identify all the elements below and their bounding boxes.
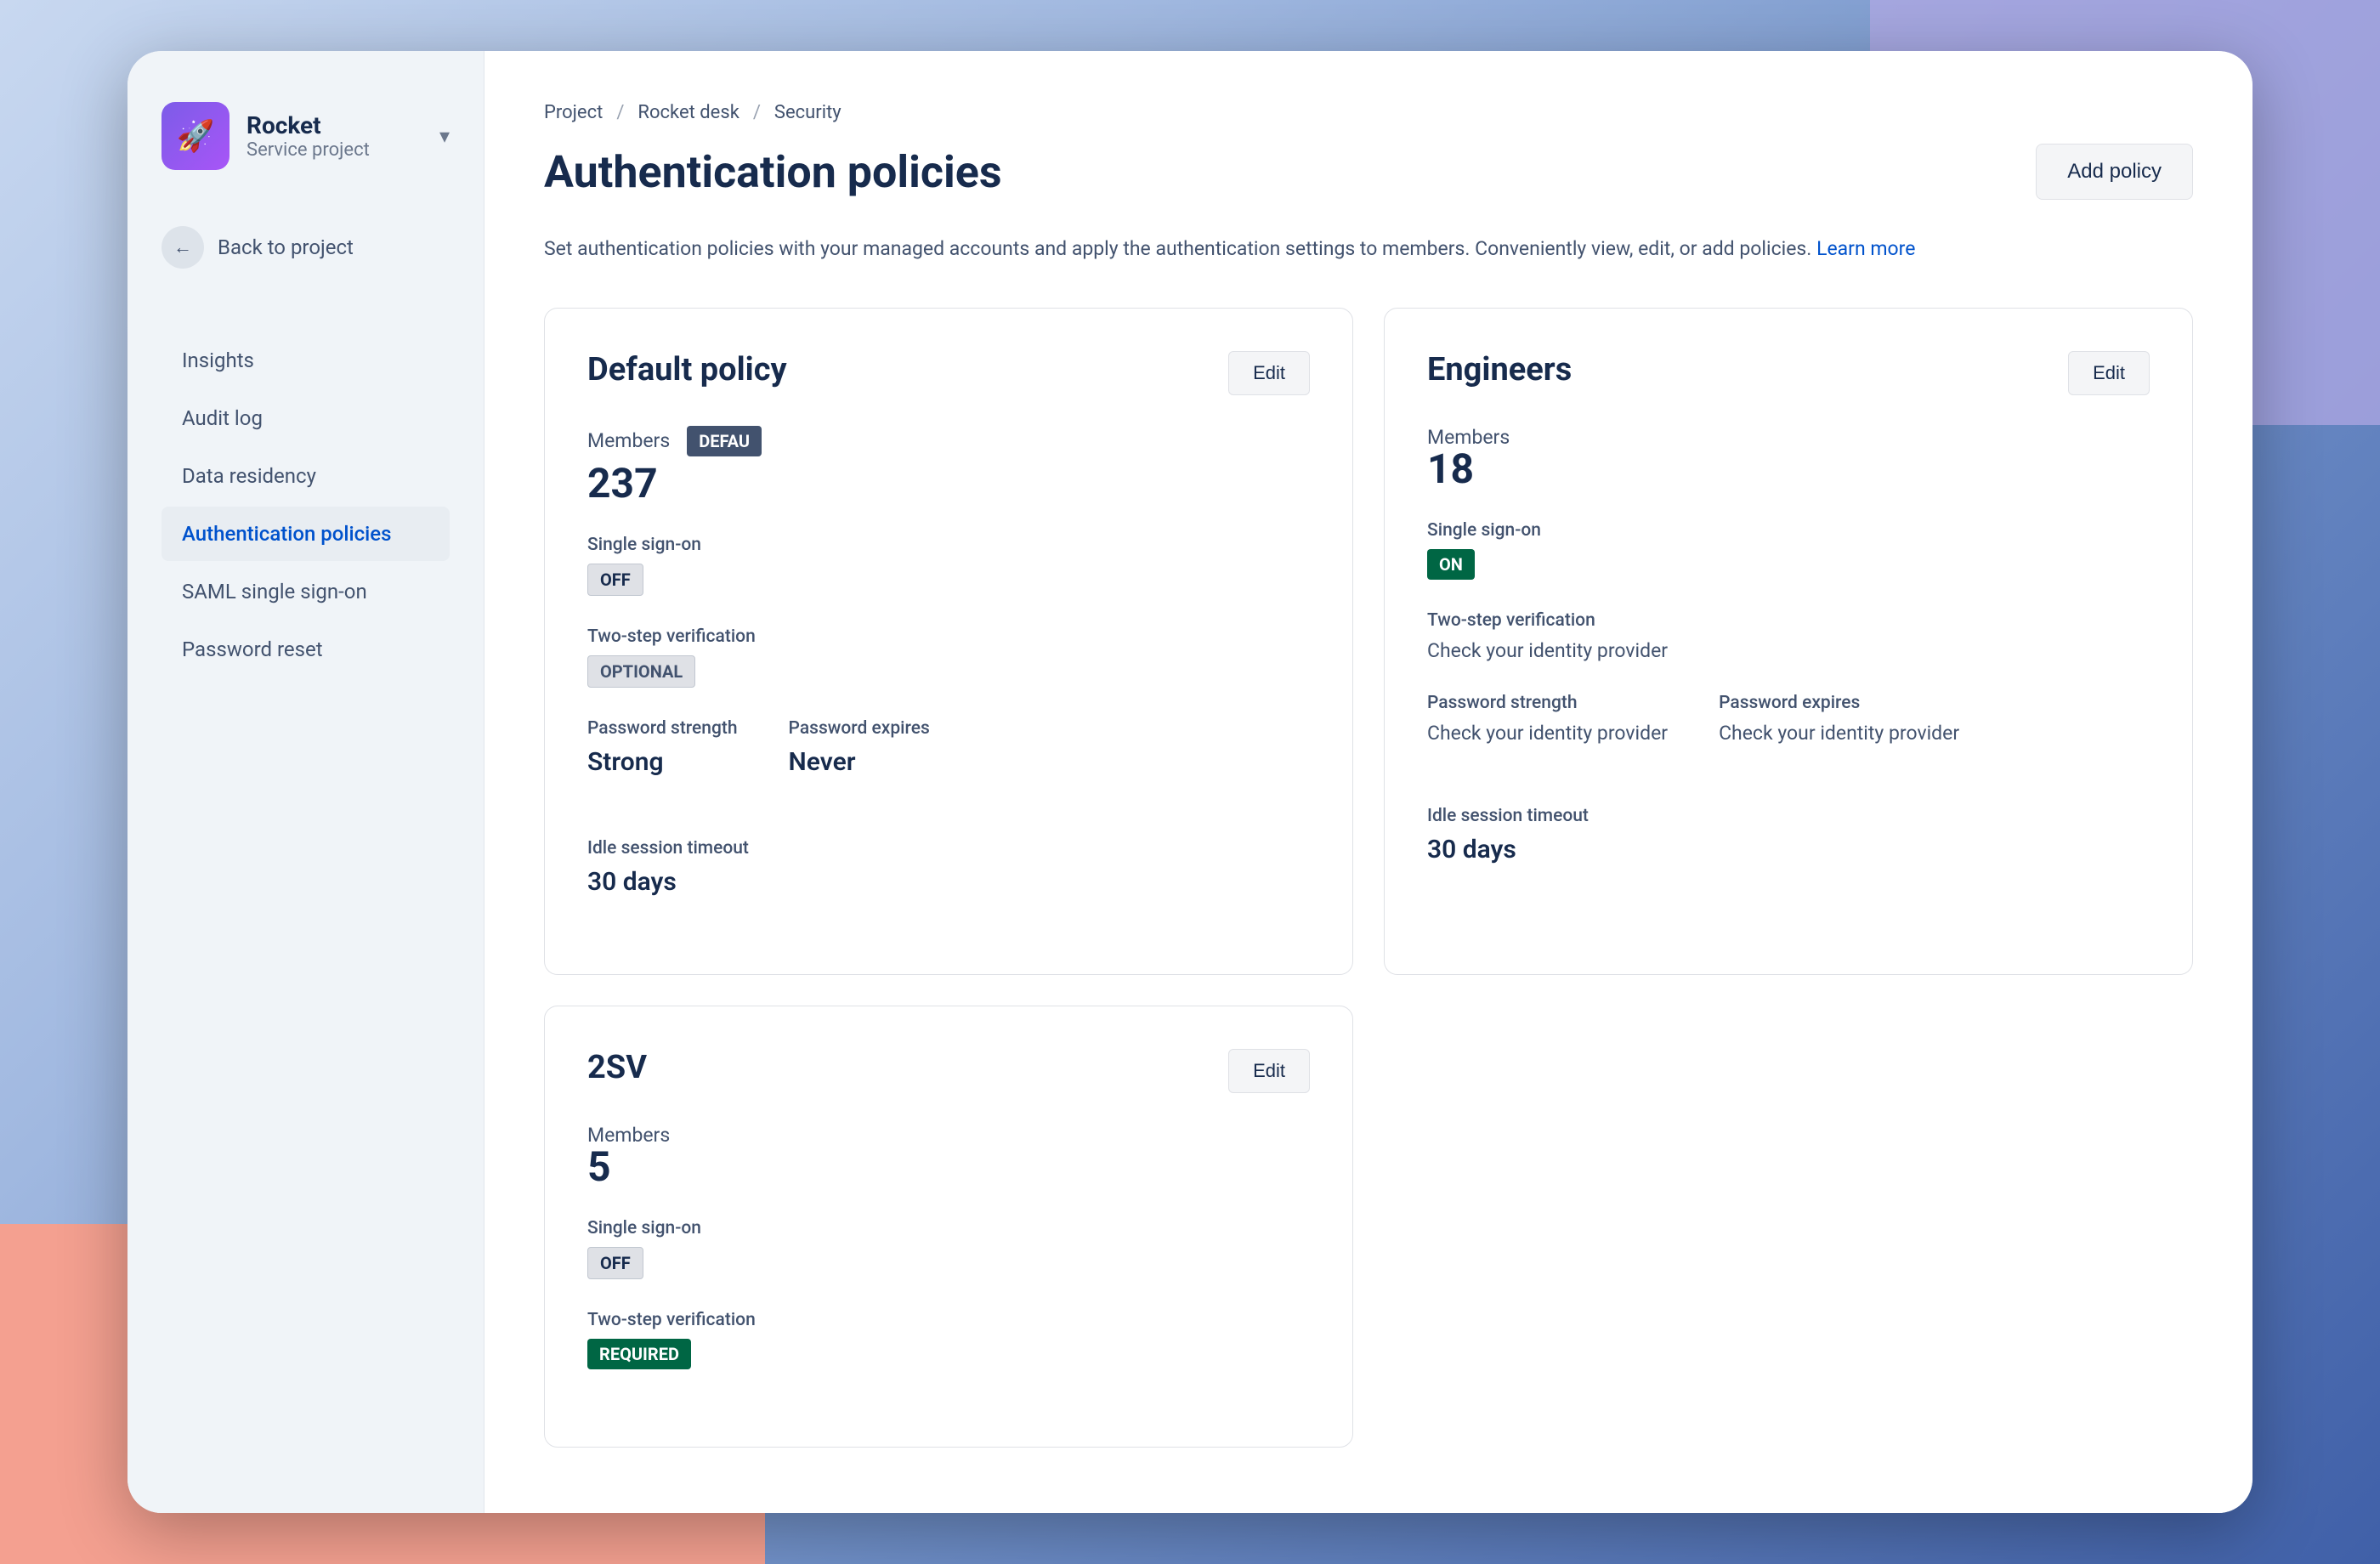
- members-count-default: 237: [587, 463, 1310, 504]
- sso-field-2sv: Single sign-on OFF: [587, 1218, 1310, 1279]
- sso-badge-default: OFF: [587, 564, 643, 596]
- policy-card-2sv: 2SV Edit Members 5 Single sign-on OFF Tw…: [544, 1006, 1353, 1448]
- idle-session-label-default: Idle session timeout: [587, 838, 1310, 858]
- card-header-2sv: 2SV Edit: [587, 1049, 1310, 1093]
- members-label-2sv: Members: [587, 1124, 1310, 1147]
- two-step-field-engineers: Two-step verification Check your identit…: [1427, 610, 2150, 662]
- password-strength-label-engineers: Password strength: [1427, 693, 1668, 713]
- breadcrumb-rocket-desk[interactable]: Rocket desk: [638, 102, 739, 123]
- sso-field-engineers: Single sign-on ON: [1427, 520, 2150, 580]
- password-expires-value-default: Never: [789, 747, 930, 777]
- password-strength-field-engineers: Password strength Check your identity pr…: [1427, 693, 1668, 745]
- members-row-default: Members DEFAU: [587, 426, 1310, 456]
- sidebar-item-password-reset[interactable]: Password reset: [162, 622, 450, 677]
- two-step-badge-default: OPTIONAL: [587, 655, 695, 688]
- page-description: Set authentication policies with your ma…: [544, 234, 2193, 265]
- policies-grid: Default policy Edit Members DEFAU 237 Si…: [544, 308, 2193, 1448]
- breadcrumb-sep-1: /: [616, 102, 624, 123]
- password-strength-value-default: Strong: [587, 747, 738, 777]
- members-field-2sv: Members 5: [587, 1124, 1310, 1187]
- sso-badge-engineers: ON: [1427, 549, 1475, 580]
- sso-label-default: Single sign-on: [587, 535, 1310, 555]
- policy-title-engineers: Engineers: [1427, 351, 1572, 388]
- two-step-field-default: Two-step verification OPTIONAL: [587, 626, 1310, 688]
- back-label: Back to project: [218, 235, 354, 259]
- sidebar-item-saml-sso[interactable]: SAML single sign-on: [162, 564, 450, 619]
- breadcrumb-project[interactable]: Project: [544, 102, 603, 123]
- edit-button-2sv[interactable]: Edit: [1228, 1049, 1310, 1093]
- card-header-engineers: Engineers Edit: [1427, 351, 2150, 395]
- back-arrow-icon: ←: [162, 226, 204, 269]
- sidebar-item-audit-log[interactable]: Audit log: [162, 391, 450, 445]
- sso-label-2sv: Single sign-on: [587, 1218, 1310, 1238]
- password-expires-label-engineers: Password expires: [1719, 693, 1959, 713]
- brand-logo: 🚀: [162, 102, 230, 170]
- idle-session-label-engineers: Idle session timeout: [1427, 806, 2150, 826]
- brand-info: Rocket Service project: [246, 111, 422, 161]
- breadcrumb: Project / Rocket desk / Security: [544, 102, 2193, 123]
- breadcrumb-security: Security: [774, 102, 842, 123]
- rocket-icon: 🚀: [177, 118, 215, 154]
- edit-button-engineers[interactable]: Edit: [2068, 351, 2150, 395]
- card-header-default: Default policy Edit: [587, 351, 1310, 395]
- password-expires-field-engineers: Password expires Check your identity pro…: [1719, 693, 1959, 745]
- brand-subtitle: Service project: [246, 139, 422, 161]
- sso-field-default: Single sign-on OFF: [587, 535, 1310, 596]
- back-to-project-button[interactable]: ← Back to project: [162, 212, 450, 282]
- two-step-badge-2sv: REQUIRED: [587, 1339, 691, 1369]
- page-title: Authentication policies: [544, 146, 1002, 198]
- members-label-engineers: Members: [1427, 426, 2150, 449]
- learn-more-link[interactable]: Learn more: [1816, 237, 1915, 260]
- idle-session-field-default: Idle session timeout 30 days: [587, 838, 1310, 897]
- app-window: 🚀 Rocket Service project ▾ ← Back to pro…: [128, 51, 2252, 1513]
- brand[interactable]: 🚀 Rocket Service project ▾: [162, 102, 450, 170]
- password-expires-field-default: Password expires Never: [789, 718, 930, 777]
- chevron-down-icon: ▾: [439, 124, 450, 148]
- default-badge: DEFAU: [687, 426, 762, 456]
- add-policy-button[interactable]: Add policy: [2036, 144, 2193, 200]
- password-expires-label-default: Password expires: [789, 718, 930, 739]
- two-step-label-default: Two-step verification: [587, 626, 1310, 647]
- main-content: Project / Rocket desk / Security Authent…: [484, 51, 2252, 1513]
- page-header: Authentication policies Add policy: [544, 144, 2193, 200]
- sidebar-nav: Insights Audit log Data residency Authen…: [162, 333, 450, 677]
- password-strength-value-engineers: Check your identity provider: [1427, 722, 1668, 745]
- idle-session-value-engineers: 30 days: [1427, 835, 2150, 864]
- policy-card-default: Default policy Edit Members DEFAU 237 Si…: [544, 308, 1353, 975]
- members-count-2sv: 5: [587, 1147, 1310, 1187]
- password-row-engineers: Password strength Check your identity pr…: [1427, 693, 2150, 775]
- members-count-engineers: 18: [1427, 449, 2150, 490]
- two-step-label-2sv: Two-step verification: [587, 1310, 1310, 1330]
- edit-button-default[interactable]: Edit: [1228, 351, 1310, 395]
- password-strength-label-default: Password strength: [587, 718, 738, 739]
- sso-label-engineers: Single sign-on: [1427, 520, 2150, 541]
- policy-title-2sv: 2SV: [587, 1049, 647, 1086]
- sidebar: 🚀 Rocket Service project ▾ ← Back to pro…: [128, 51, 484, 1513]
- idle-session-field-engineers: Idle session timeout 30 days: [1427, 806, 2150, 864]
- idle-session-value-default: 30 days: [587, 867, 1310, 897]
- password-row-default: Password strength Strong Password expire…: [587, 718, 1310, 808]
- two-step-value-engineers: Check your identity provider: [1427, 639, 2150, 662]
- password-strength-field-default: Password strength Strong: [587, 718, 738, 777]
- sidebar-item-data-residency[interactable]: Data residency: [162, 449, 450, 503]
- sidebar-item-authentication-policies[interactable]: Authentication policies: [162, 507, 450, 561]
- two-step-label-engineers: Two-step verification: [1427, 610, 2150, 631]
- brand-name: Rocket: [246, 111, 422, 139]
- sidebar-item-insights[interactable]: Insights: [162, 333, 450, 388]
- members-label-default: Members: [587, 429, 670, 452]
- sso-badge-2sv: OFF: [587, 1247, 643, 1279]
- two-step-field-2sv: Two-step verification REQUIRED: [587, 1310, 1310, 1369]
- members-field-default: Members DEFAU 237: [587, 426, 1310, 504]
- breadcrumb-sep-2: /: [753, 102, 761, 123]
- policy-title-default: Default policy: [587, 351, 787, 388]
- members-field-engineers: Members 18: [1427, 426, 2150, 490]
- password-expires-value-engineers: Check your identity provider: [1719, 722, 1959, 745]
- policy-card-engineers: Engineers Edit Members 18 Single sign-on…: [1384, 308, 2193, 975]
